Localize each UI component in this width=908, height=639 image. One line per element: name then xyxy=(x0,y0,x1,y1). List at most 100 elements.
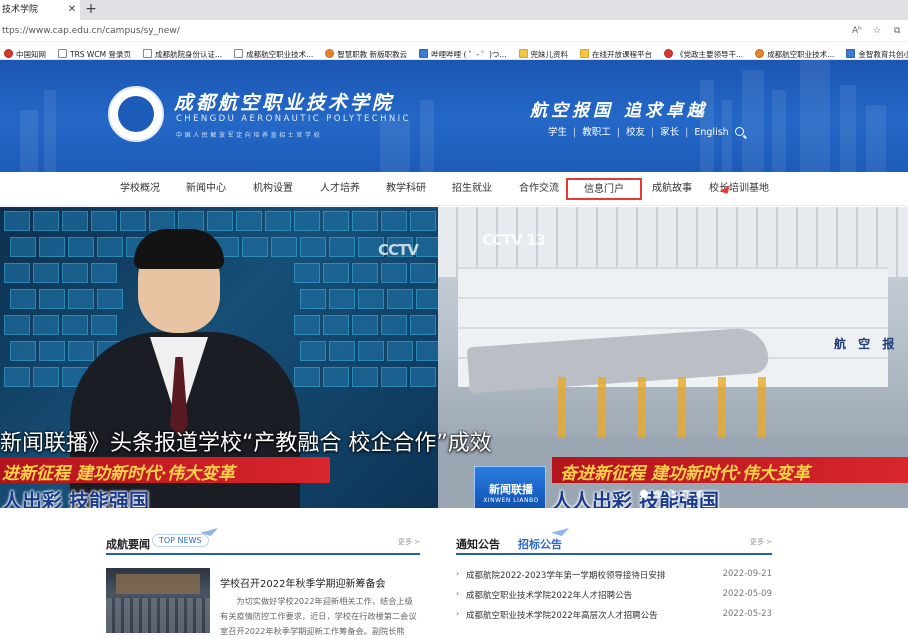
news-headline[interactable]: 学校召开2022年秋季学期迎新筹备会 xyxy=(220,575,385,590)
studio-screen xyxy=(149,211,175,231)
bookmark-icon xyxy=(664,49,674,58)
carousel-dot[interactable] xyxy=(668,490,676,498)
meeting-stage xyxy=(116,574,200,594)
folder-icon xyxy=(518,49,528,58)
quick-link-english[interactable]: English xyxy=(694,127,728,138)
studio-screen xyxy=(381,315,407,335)
carousel-dot[interactable] xyxy=(696,490,704,498)
nav-item-portal[interactable]: 信息门户 xyxy=(566,178,642,200)
main-nav: 学校概况 新闻中心 机构设置 人才培养 教学科研 招生就业 合作交流 信息门户 … xyxy=(0,172,908,206)
bookmark-item[interactable]: 金智教育共创小助手 xyxy=(842,46,908,59)
notice-item[interactable]: › 成都航空职业技术学院2022年高层次人才招聘公告 2022-05-23 xyxy=(456,609,772,623)
address-bar[interactable]: ttps://www.cap.edu.cn/campus/sy_new/ Aʰ … xyxy=(0,20,908,42)
bookmark-item[interactable]: 兜妹儿资料 xyxy=(515,46,568,59)
studio-screen xyxy=(62,315,88,335)
studio-screen xyxy=(4,263,30,283)
notice-title[interactable]: 成都航院2022-2023学年第一学期校领导接待日安排 xyxy=(466,569,665,581)
bookmark-item[interactable]: 成都航空职业技术... xyxy=(751,46,834,59)
studio-screen xyxy=(39,341,65,361)
notice-item[interactable]: › 成都航院2022-2023学年第一学期校领导接待日安排 2022-09-21 xyxy=(456,569,772,583)
bookmark-item[interactable]: 《党政主要领导干... xyxy=(660,46,743,59)
bookmark-icon xyxy=(419,49,429,58)
notice-item[interactable]: › 成都航空职业技术学院2022年人才招聘公告 2022-05-09 xyxy=(456,589,772,603)
news-section-title[interactable]: 成航要闻 xyxy=(106,536,150,552)
studio-screen xyxy=(4,211,30,231)
news-summary: 为切实做好学校2022年迎新相关工作，结合上级有关疫情防控工作要求，近日，学校在… xyxy=(220,596,417,636)
bookmark-item[interactable]: 成都航院身份认证... xyxy=(139,46,223,59)
studio-screen xyxy=(68,289,94,309)
notice-more-link[interactable]: 更多 > xyxy=(750,537,772,547)
tender-notice-tab[interactable]: 招标公告 xyxy=(518,536,562,552)
favorite-star-icon[interactable]: ☆ xyxy=(873,20,881,42)
new-tab-icon[interactable]: + xyxy=(84,0,98,20)
quick-link-alumni[interactable]: 校友 xyxy=(626,127,645,138)
hero-banner[interactable]: CCTV 航 空 报 CCTV 13 新闻联播》头条报道学校“产教融合 校企合作… xyxy=(0,207,908,508)
studio-screen xyxy=(323,211,349,231)
news-thumbnail[interactable] xyxy=(106,568,210,633)
studio-screen xyxy=(294,315,320,335)
collections-icon[interactable]: ⧉ xyxy=(894,20,900,42)
studio-screen xyxy=(33,263,59,283)
studio-screen xyxy=(352,211,378,231)
studio-screen xyxy=(39,289,65,309)
bookmark-item[interactable]: 在线开放课程平台 xyxy=(576,46,652,59)
quick-link-student[interactable]: 学生 xyxy=(548,127,567,138)
studio-screen xyxy=(33,367,59,387)
studio-screen xyxy=(242,237,268,257)
news-more-link[interactable]: 更多 > xyxy=(398,537,420,547)
nav-item-education[interactable]: 人才培养 xyxy=(320,172,360,206)
carousel-dot[interactable] xyxy=(682,490,690,498)
studio-screen xyxy=(416,341,438,361)
anchor-hair xyxy=(134,229,224,269)
quick-links: 学生 | 教职工 | 校友 | 家长 | English xyxy=(548,124,744,138)
studio-screen xyxy=(236,211,262,231)
studio-screen xyxy=(91,315,117,335)
quick-link-parents[interactable]: 家长 xyxy=(660,127,679,138)
nav-item-training-base[interactable]: 校长培训基地 xyxy=(709,172,769,206)
hangar-wall-text: 航 空 报 xyxy=(834,337,899,351)
nav-item-news[interactable]: 新闻中心 xyxy=(186,172,226,206)
carousel-dot[interactable] xyxy=(640,490,648,498)
news-section-title-en: TOP NEWS xyxy=(152,534,209,547)
bookmark-item[interactable]: 哔哩哔哩 ( ゜- ゜)つ... xyxy=(415,46,507,59)
nav-item-stories[interactable]: 成航故事 xyxy=(652,172,692,206)
studio-screen xyxy=(323,315,349,335)
notice-section-title[interactable]: 通知公告 xyxy=(456,536,500,552)
bookmark-item[interactable]: TRS WCM 登录页 xyxy=(54,46,131,59)
studio-screen xyxy=(410,367,436,387)
bookmark-item[interactable]: 智慧职教 新版职教云 xyxy=(321,46,407,59)
studio-screen xyxy=(271,237,297,257)
school-logo[interactable] xyxy=(108,86,164,142)
bookmark-item[interactable]: 中国知网 xyxy=(0,46,46,59)
close-icon[interactable]: ✕ xyxy=(66,0,78,20)
studio-screen xyxy=(10,289,36,309)
bookmark-label: 成都航院身份认证... xyxy=(154,50,223,59)
notice-title[interactable]: 成都航空职业技术学院2022年高层次人才招聘公告 xyxy=(466,609,658,621)
studio-screen xyxy=(33,211,59,231)
studio-screen xyxy=(10,237,36,257)
xinwen-lianbo-en: XINWEN LIANBO xyxy=(483,497,539,504)
studio-screen xyxy=(381,367,407,387)
quick-link-staff[interactable]: 教职工 xyxy=(582,127,611,138)
bookmarks-bar: 中国知网 TRS WCM 登录页 成都航院身份认证... 成都航空职业技术... 智慧职… xyxy=(0,42,908,60)
search-icon[interactable] xyxy=(734,127,744,136)
school-subtitle: 中国人民解放军定向培养直招士官学校 xyxy=(176,132,323,139)
nav-item-admissions[interactable]: 招生就业 xyxy=(452,172,492,206)
bookmark-icon xyxy=(755,49,765,58)
notice-date: 2022-05-09 xyxy=(722,589,772,599)
studio-screen xyxy=(300,341,326,361)
bookmark-item[interactable]: 成都航空职业技术... xyxy=(230,46,313,59)
nav-item-about[interactable]: 学校概况 xyxy=(120,172,160,206)
studio-screen xyxy=(91,211,117,231)
nav-item-research[interactable]: 教学科研 xyxy=(386,172,426,206)
notice-title[interactable]: 成都航空职业技术学院2022年人才招聘公告 xyxy=(466,589,632,601)
nav-item-cooperation[interactable]: 合作交流 xyxy=(519,172,559,206)
bookmark-icon xyxy=(325,49,335,58)
carousel-dot[interactable] xyxy=(654,490,662,498)
bookmark-label: TRS WCM 登录页 xyxy=(70,50,131,59)
url-text[interactable]: ttps://www.cap.edu.cn/campus/sy_new/ xyxy=(2,20,180,42)
meeting-seats xyxy=(106,598,210,633)
cctv-logo-right: CCTV 13 xyxy=(482,231,546,249)
reader-mode-icon[interactable]: Aʰ xyxy=(852,20,862,42)
nav-item-departments[interactable]: 机构设置 xyxy=(253,172,293,206)
